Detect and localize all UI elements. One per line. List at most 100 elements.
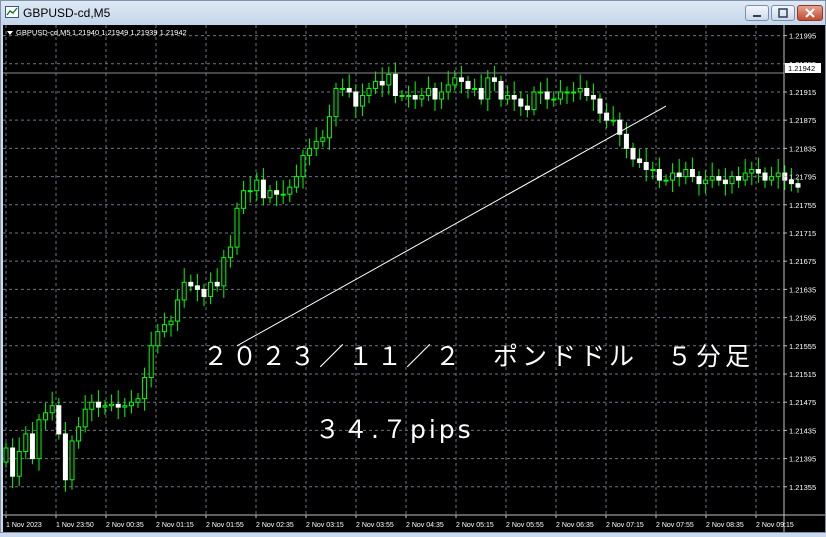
candle-body bbox=[10, 447, 16, 477]
candle-body bbox=[511, 95, 517, 100]
candle-body bbox=[247, 190, 253, 193]
candle-body bbox=[359, 95, 365, 107]
candle-body bbox=[227, 246, 233, 259]
candle-body bbox=[610, 119, 616, 122]
x-tick-label: 2 Nov 05:55 bbox=[506, 522, 544, 529]
candle-body bbox=[3, 447, 9, 463]
candle-body bbox=[175, 299, 181, 322]
x-tick-label: 2 Nov 06:35 bbox=[556, 522, 594, 529]
candle-body bbox=[538, 91, 544, 94]
candle-body bbox=[485, 77, 491, 100]
candle-body bbox=[280, 193, 286, 196]
candle-body bbox=[775, 172, 781, 178]
candle-body bbox=[122, 405, 128, 408]
candle-body bbox=[696, 176, 702, 185]
candle-body bbox=[274, 190, 280, 195]
candle-body bbox=[142, 377, 148, 400]
candle-body bbox=[439, 91, 445, 100]
chart-area[interactable]: 1.219951.219551.219151.218751.218351.217… bbox=[3, 25, 825, 532]
candle-body bbox=[716, 176, 722, 181]
candle-body bbox=[366, 87, 372, 97]
candle-body bbox=[590, 95, 596, 100]
candle-body bbox=[102, 405, 108, 408]
candle-body bbox=[676, 172, 682, 178]
candle-body bbox=[234, 207, 240, 248]
x-tick-label: 2 Nov 07:15 bbox=[606, 522, 644, 529]
x-tick-label: 2 Nov 00:35 bbox=[106, 522, 144, 529]
candle-body bbox=[36, 419, 42, 460]
candle-body bbox=[425, 87, 431, 97]
candle-body bbox=[505, 95, 511, 100]
candle-body bbox=[524, 105, 530, 111]
candle-body bbox=[16, 451, 22, 477]
candle-body bbox=[604, 112, 610, 121]
candle-body bbox=[307, 147, 313, 156]
candle-body bbox=[689, 169, 695, 178]
candle-body bbox=[56, 405, 62, 435]
candle-body bbox=[76, 426, 82, 442]
maximize-button[interactable] bbox=[771, 5, 795, 21]
chart-background bbox=[3, 25, 825, 532]
x-tick-label: 2 Nov 03:55 bbox=[356, 522, 394, 529]
candle-body bbox=[128, 401, 134, 407]
minimize-button[interactable] bbox=[745, 5, 769, 21]
candle-body bbox=[623, 133, 629, 149]
y-tick-label: 1.21355 bbox=[789, 483, 816, 492]
candle-body bbox=[663, 179, 669, 182]
chart-window: GBPUSD-cd,M5 1.219951.219551.219151.2187… bbox=[0, 0, 826, 533]
candle-body bbox=[181, 281, 187, 301]
candle-body bbox=[709, 176, 715, 181]
candle-body bbox=[518, 98, 524, 107]
price-chart[interactable]: 1.219951.219551.219151.218751.218351.217… bbox=[3, 25, 825, 532]
candle-body bbox=[320, 137, 326, 142]
candle-body bbox=[333, 87, 339, 118]
candle-body bbox=[379, 80, 385, 86]
x-tick-label: 2 Nov 09:15 bbox=[756, 522, 794, 529]
candle-body bbox=[148, 345, 154, 379]
candle-body bbox=[577, 87, 583, 93]
y-tick-label: 1.21875 bbox=[789, 116, 816, 125]
x-tick-label: 1 Nov 2023 bbox=[6, 522, 42, 529]
y-tick-label: 1.21715 bbox=[789, 229, 816, 238]
y-tick-label: 1.21555 bbox=[789, 342, 816, 351]
candle-body bbox=[722, 179, 728, 185]
candle-body bbox=[769, 176, 775, 181]
candle-body bbox=[406, 95, 412, 98]
candle-body bbox=[498, 80, 504, 100]
y-tick-label: 1.21635 bbox=[789, 285, 816, 294]
candle-body bbox=[300, 154, 306, 178]
candle-body bbox=[89, 401, 95, 410]
x-tick-label: 2 Nov 08:35 bbox=[706, 522, 744, 529]
candle-body bbox=[346, 87, 352, 93]
candle-body bbox=[551, 98, 557, 101]
y-tick-label: 1.21835 bbox=[789, 144, 816, 153]
x-tick-label: 2 Nov 07:55 bbox=[656, 522, 694, 529]
candle-body bbox=[260, 179, 266, 199]
candle-body bbox=[650, 169, 656, 172]
y-tick-label: 1.21675 bbox=[789, 257, 816, 266]
title-bar[interactable]: GBPUSD-cd,M5 bbox=[1, 1, 825, 25]
candle-body bbox=[188, 281, 194, 287]
candle-body bbox=[630, 147, 636, 160]
candle-body bbox=[432, 87, 438, 100]
close-button[interactable] bbox=[797, 5, 823, 21]
candle-body bbox=[762, 172, 768, 181]
candle-body bbox=[392, 73, 398, 97]
x-tick-label: 2 Nov 03:15 bbox=[306, 522, 344, 529]
candle-body bbox=[155, 331, 161, 347]
annotation-title: ２０２３／１１／２ ポンドドル ５分足 bbox=[203, 342, 754, 371]
candle-body bbox=[795, 183, 801, 188]
candle-body bbox=[643, 161, 649, 171]
candle-body bbox=[69, 440, 75, 481]
x-tick-label: 1 Nov 23:50 bbox=[56, 522, 94, 529]
candle-body bbox=[62, 433, 68, 481]
candle-body bbox=[23, 433, 29, 453]
price-label: 1.21942 bbox=[785, 63, 821, 73]
symbol-header: GBPUSD-cd,M5 bbox=[16, 28, 71, 37]
candle-body bbox=[399, 95, 405, 98]
candle-body bbox=[115, 403, 121, 408]
candle-body bbox=[491, 77, 497, 82]
y-tick-label: 1.21435 bbox=[789, 426, 816, 435]
y-tick-label: 1.21795 bbox=[789, 173, 816, 182]
candle-body bbox=[168, 320, 174, 326]
